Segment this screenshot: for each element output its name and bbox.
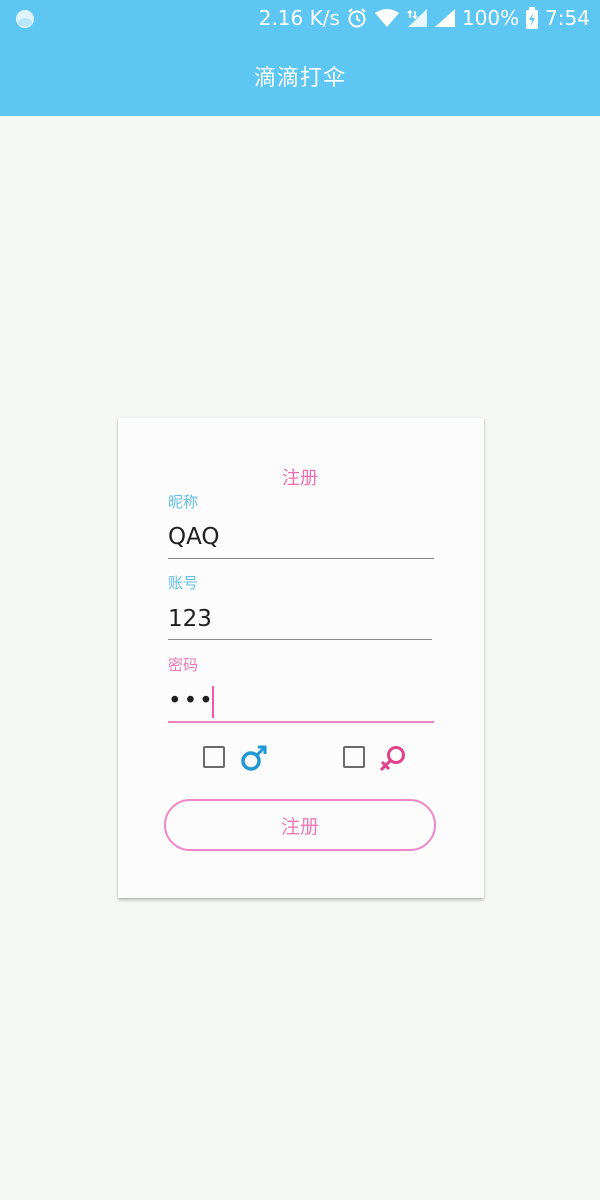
password-input[interactable]: ••• <box>168 688 215 714</box>
notification-icon <box>16 10 34 28</box>
battery-percent: 100% <box>461 6 520 30</box>
account-underline <box>168 639 432 640</box>
female-checkbox[interactable] <box>343 746 365 768</box>
signal-icon <box>434 9 455 27</box>
app-bar: 滴滴打伞 <box>0 36 600 116</box>
account-input[interactable]: 123 <box>168 606 212 632</box>
form-title: 注册 <box>282 468 318 489</box>
mobile-data-icon <box>407 9 427 27</box>
account-label: 账号 <box>168 574 199 592</box>
female-symbol-icon <box>379 746 405 772</box>
network-speed: 2.16 K/s <box>258 6 340 30</box>
password-underline <box>168 721 434 723</box>
nickname-underline <box>168 558 434 559</box>
text-cursor <box>212 686 214 718</box>
wifi-icon <box>374 9 399 27</box>
app-title: 滴滴打伞 <box>253 66 346 91</box>
clock: 7:54 <box>545 6 590 30</box>
male-symbol-icon <box>241 745 267 771</box>
register-button[interactable]: 注册 <box>164 799 436 851</box>
nickname-label: 昵称 <box>168 493 199 511</box>
alarm-icon <box>348 8 366 28</box>
status-bar: 2.16 K/s 100% 7:54 <box>0 0 600 36</box>
nickname-input[interactable]: QAQ <box>168 524 220 550</box>
male-checkbox[interactable] <box>203 746 225 768</box>
password-label: 密码 <box>168 656 199 674</box>
battery-icon <box>526 7 539 29</box>
